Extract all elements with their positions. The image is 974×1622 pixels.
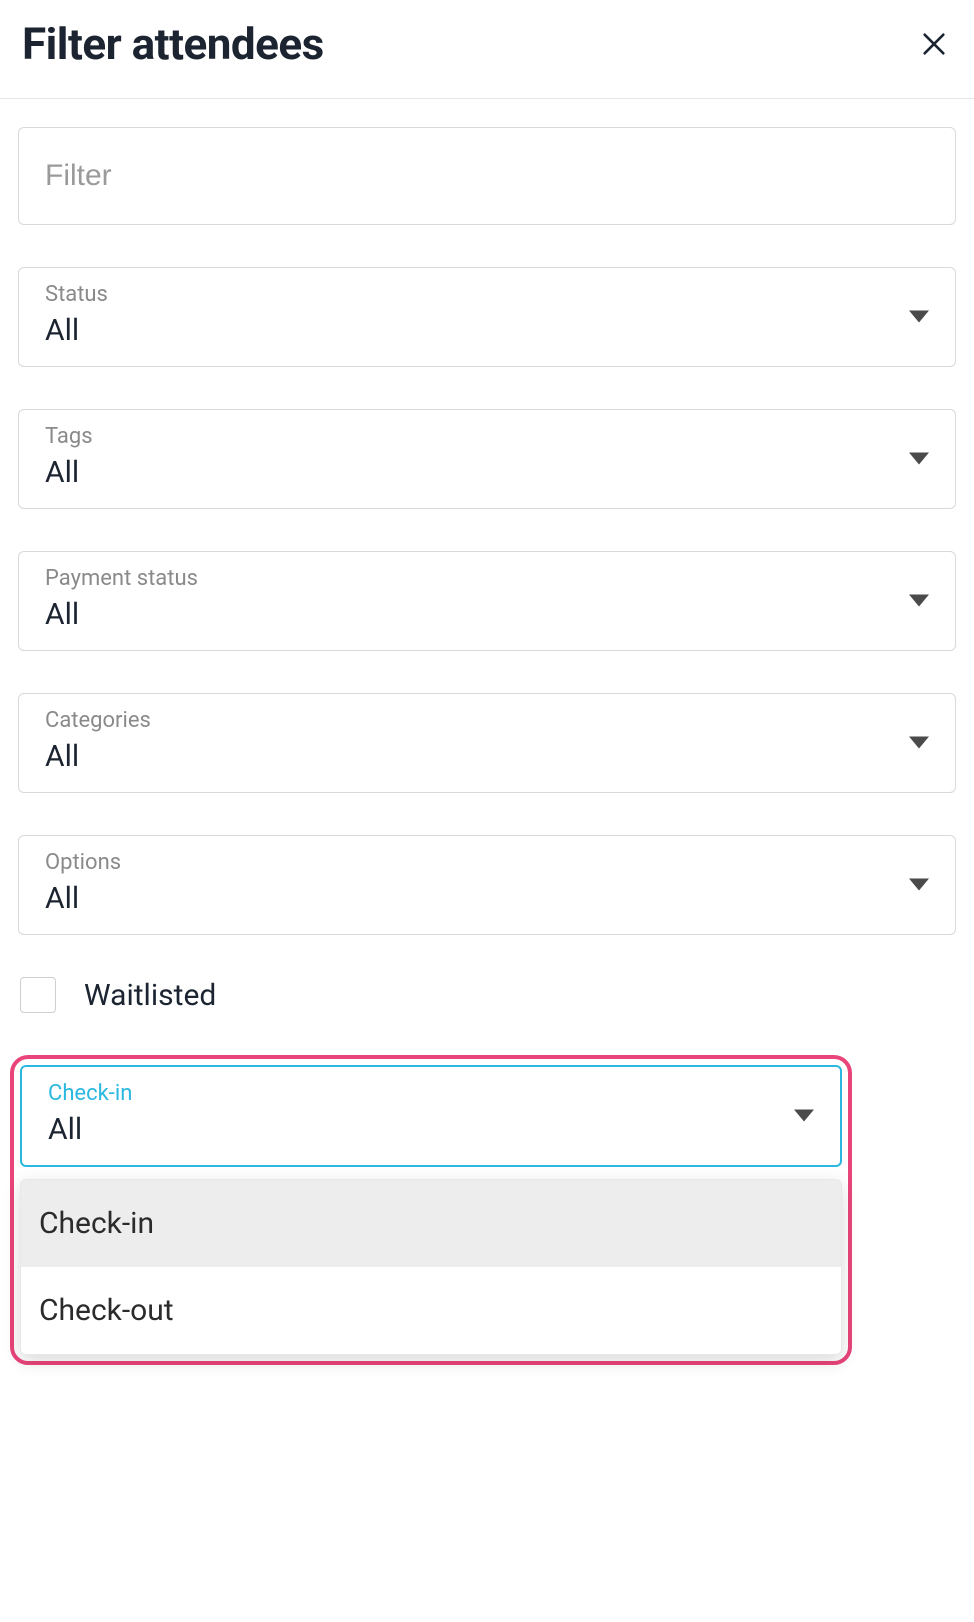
payment-status-select-label: Payment status xyxy=(45,566,929,591)
status-select-label: Status xyxy=(45,282,929,307)
tags-select-label: Tags xyxy=(45,424,929,449)
dropdown-option-checkout[interactable]: Check-out xyxy=(21,1267,841,1354)
close-icon xyxy=(920,30,948,58)
options-select-label: Options xyxy=(45,850,929,875)
caret-down-icon xyxy=(909,876,929,895)
caret-down-icon xyxy=(909,308,929,327)
payment-status-select[interactable]: Payment status All xyxy=(18,551,956,651)
checkin-select[interactable]: Check-in All xyxy=(20,1065,842,1167)
tags-select-value: All xyxy=(45,455,929,490)
checkin-select-label: Check-in xyxy=(48,1081,814,1106)
status-select-value: All xyxy=(45,313,929,348)
tags-select[interactable]: Tags All xyxy=(18,409,956,509)
caret-down-icon xyxy=(909,734,929,753)
dropdown-option-checkin[interactable]: Check-in xyxy=(21,1180,841,1267)
page-title: Filter attendees xyxy=(22,18,324,70)
close-button[interactable] xyxy=(916,26,952,62)
caret-down-icon xyxy=(909,450,929,469)
checkin-select-value: All xyxy=(48,1112,814,1147)
dialog-content: Status All Tags All Payment status All C… xyxy=(0,99,974,1013)
payment-status-select-value: All xyxy=(45,597,929,632)
checkin-dropdown: Check-in Check-out xyxy=(20,1179,842,1355)
caret-down-icon xyxy=(794,1107,814,1126)
categories-select-label: Categories xyxy=(45,708,929,733)
waitlisted-checkbox[interactable] xyxy=(20,977,56,1013)
options-select-value: All xyxy=(45,881,929,916)
filter-input[interactable] xyxy=(18,127,956,225)
categories-select-value: All xyxy=(45,739,929,774)
status-select[interactable]: Status All xyxy=(18,267,956,367)
waitlisted-row: Waitlisted xyxy=(18,977,956,1013)
checkin-highlight-frame: Check-in All Check-in Check-out xyxy=(10,1055,852,1365)
dialog-header: Filter attendees xyxy=(0,0,974,99)
options-select[interactable]: Options All xyxy=(18,835,956,935)
waitlisted-label: Waitlisted xyxy=(84,978,216,1013)
caret-down-icon xyxy=(909,592,929,611)
categories-select[interactable]: Categories All xyxy=(18,693,956,793)
